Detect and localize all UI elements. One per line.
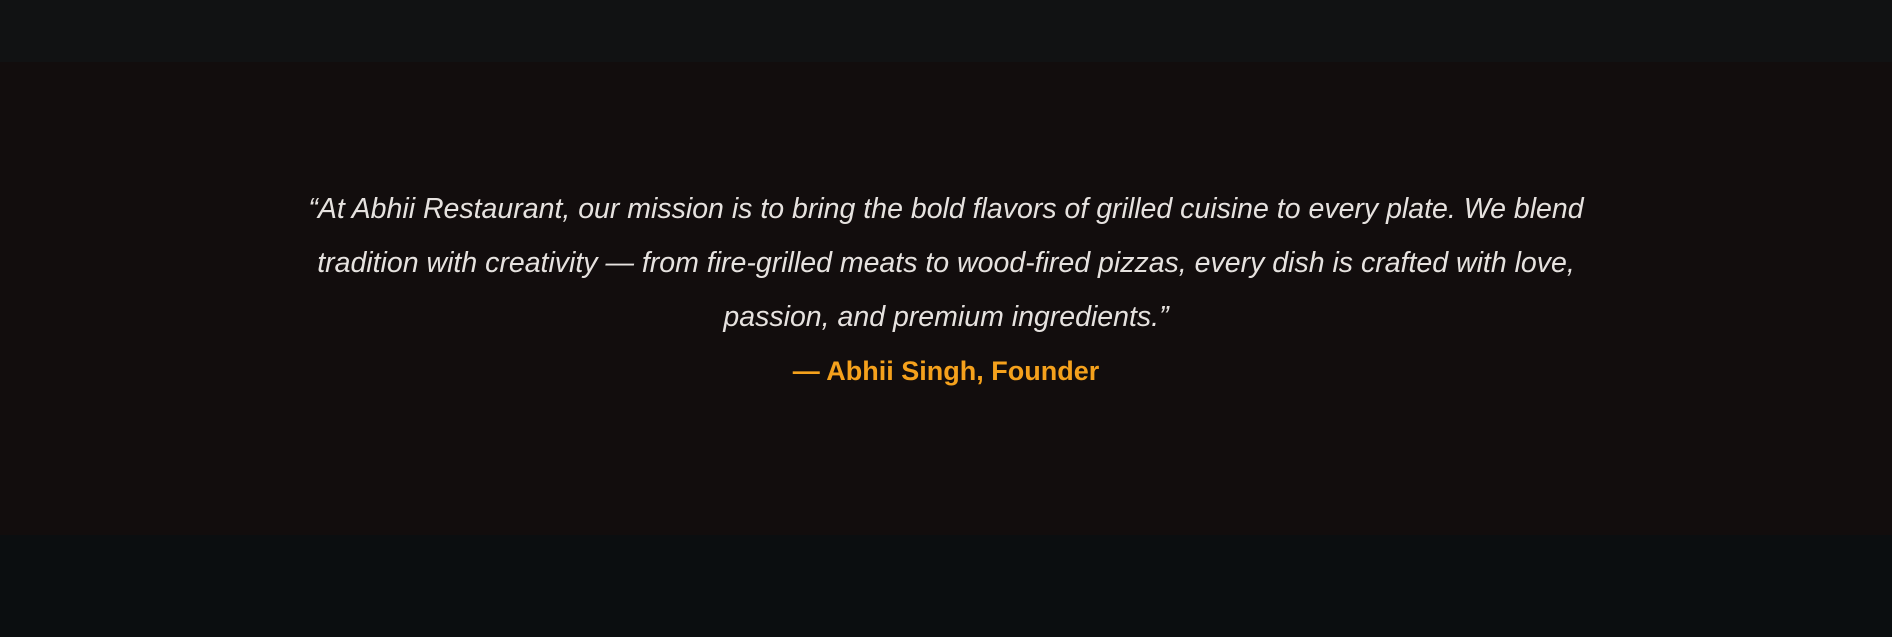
page: “At Abhii Restaurant, our mission is to …	[0, 0, 1892, 637]
founder-quote-author: — Abhii Singh, Founder	[792, 356, 1100, 386]
top-band	[0, 0, 1892, 62]
quote-container: “At Abhii Restaurant, our mission is to …	[0, 182, 1892, 386]
bottom-band	[0, 535, 1892, 637]
founder-quote-text: “At Abhii Restaurant, our mission is to …	[308, 193, 1584, 333]
